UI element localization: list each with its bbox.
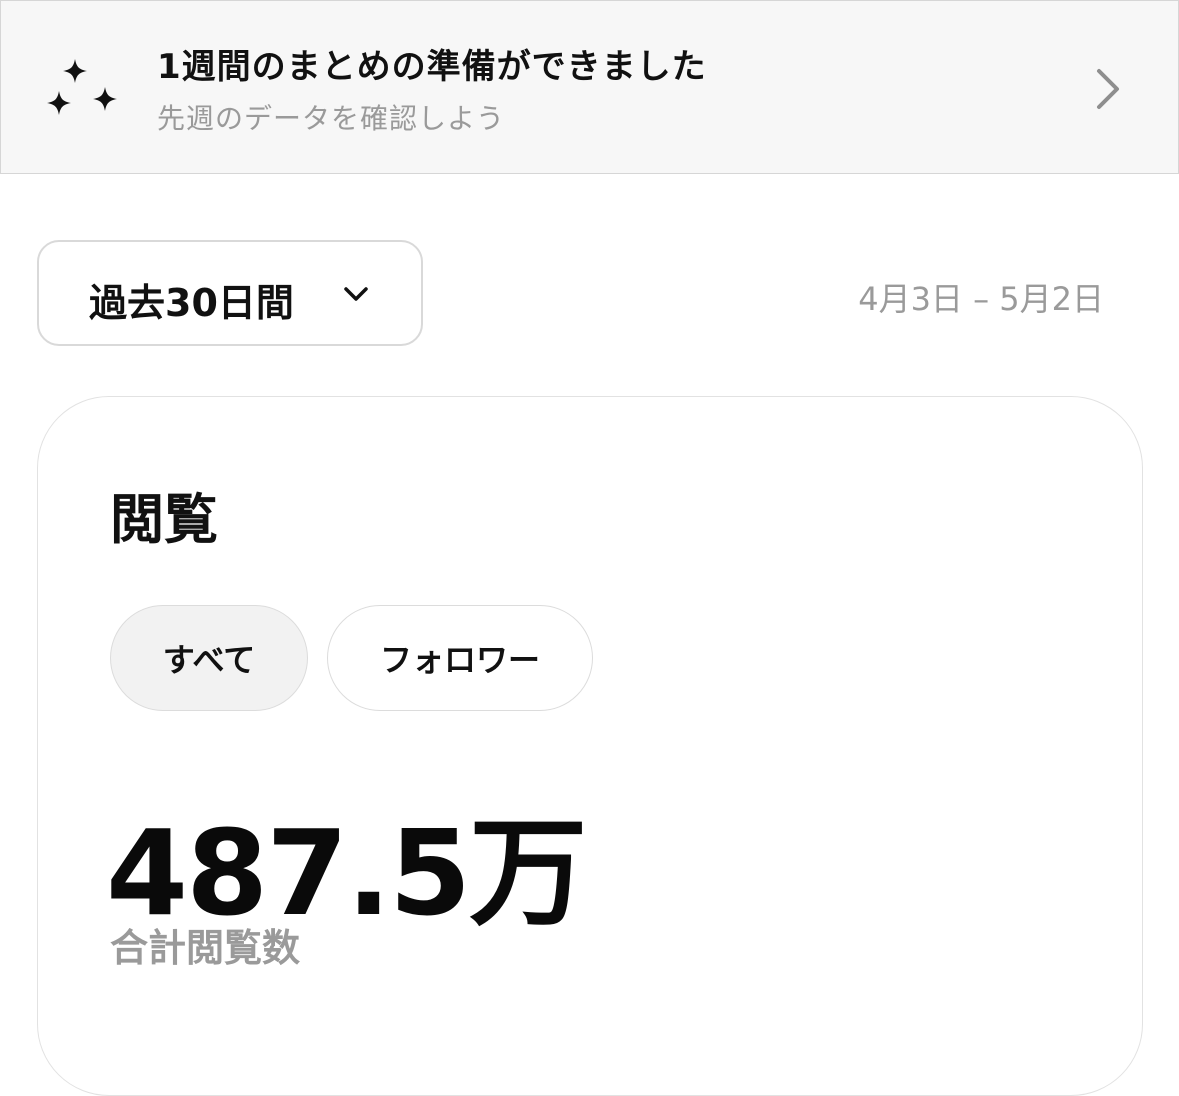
total-views-caption: 合計閲覧数 [110,926,301,970]
chevron-down-icon [344,287,368,301]
period-dropdown[interactable]: 過去30日間 [37,240,423,346]
chevron-right-icon [1097,69,1119,109]
weekly-summary-banner[interactable]: 1週間のまとめの準備ができました 先週のデータを確認しよう [0,0,1179,174]
date-range-label: 4月3日 – 5月2日 [858,280,1104,318]
filter-chip-all[interactable]: すべて [110,605,308,711]
banner-title: 1週間のまとめの準備ができました [157,47,707,87]
filter-chip-followers[interactable]: フォロワー [327,605,593,711]
sparkles-icon [47,59,117,115]
period-dropdown-label: 過去30日間 [89,281,294,325]
card-title: 閲覧 [110,488,218,551]
filter-chip-all-label: すべて [162,641,256,679]
views-card: 閲覧 すべて フォロワー 487.5万 合計閲覧数 [37,396,1143,1096]
banner-subtitle: 先週のデータを確認しよう [157,102,506,135]
filter-chip-followers-label: フォロワー [379,641,540,679]
